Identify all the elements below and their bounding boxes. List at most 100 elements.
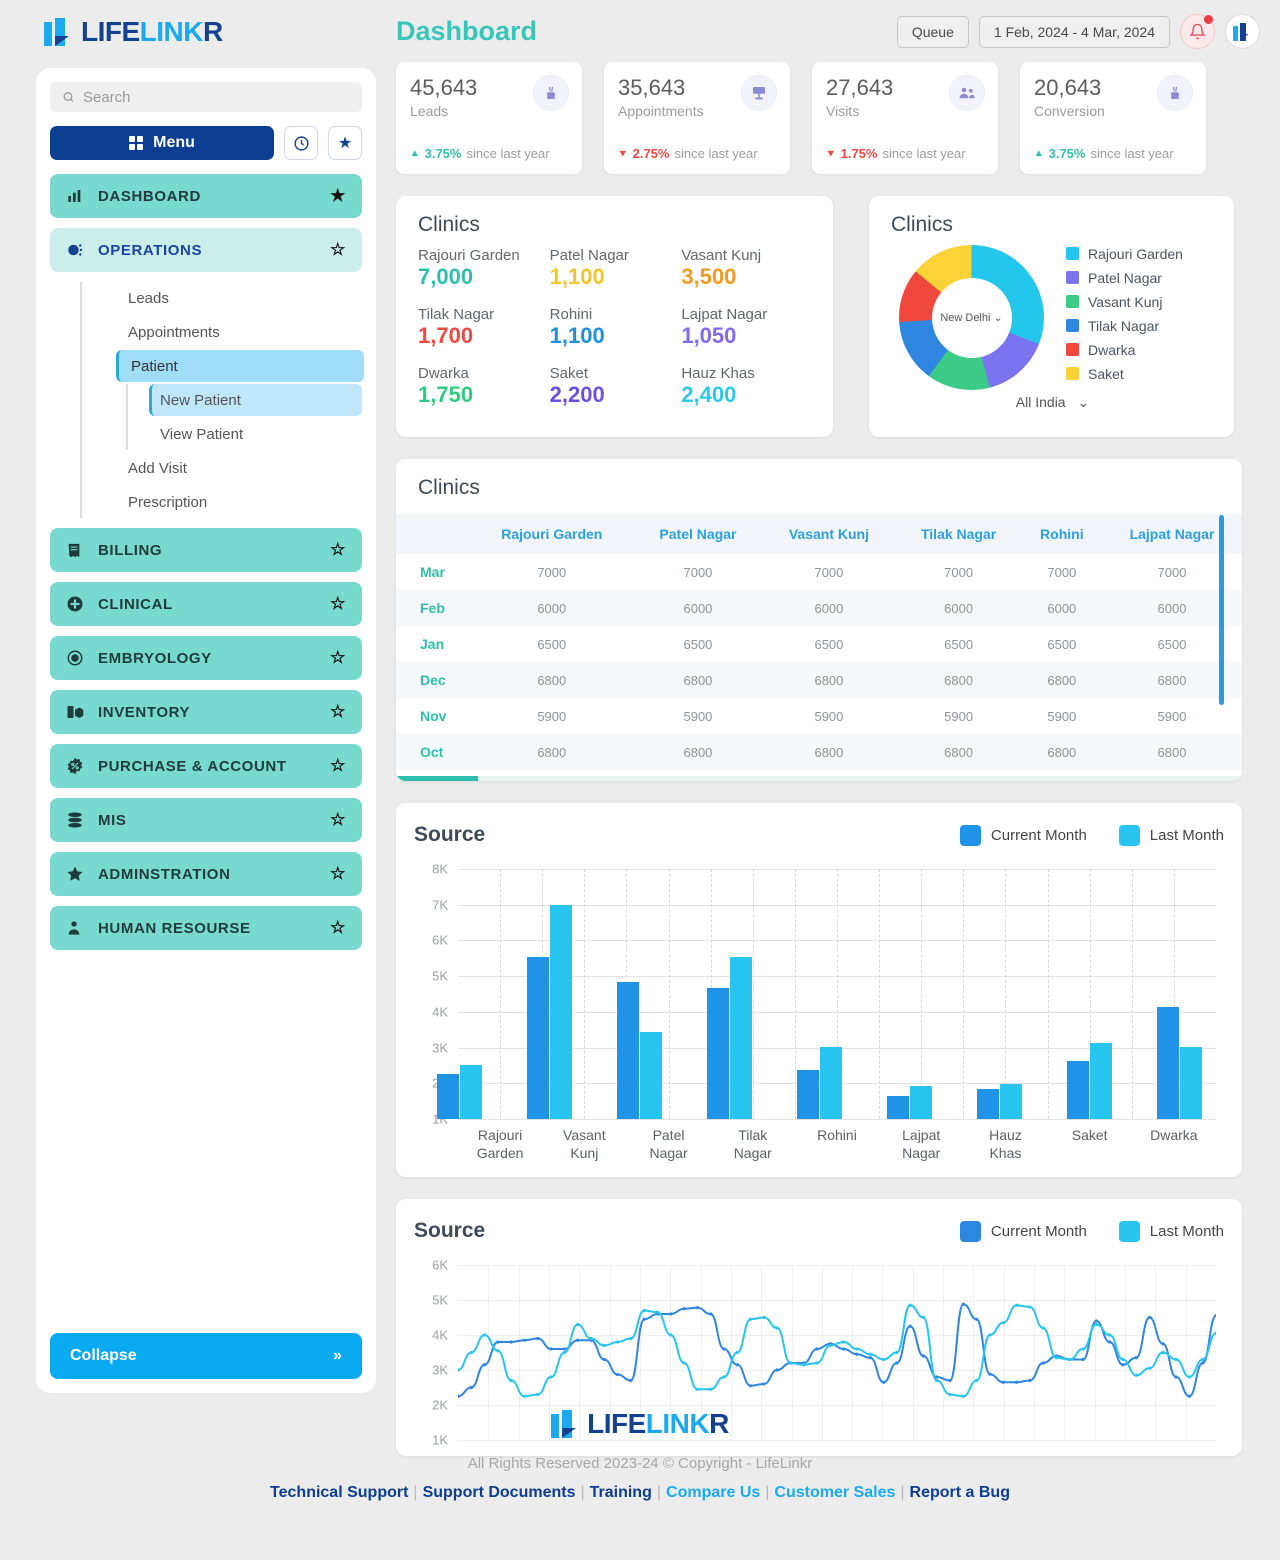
star-filled-icon[interactable]: ★ [330, 186, 346, 206]
data-point[interactable] [562, 1347, 566, 1351]
data-point[interactable] [988, 1333, 992, 1337]
data-point[interactable] [908, 1324, 912, 1328]
sidebar-item-embryology[interactable]: EMBRYOLOGY ☆ [50, 636, 362, 680]
data-point[interactable] [988, 1372, 992, 1376]
bar[interactable] [706, 987, 729, 1119]
sidebar-item-purchase-account[interactable]: PURCHASE & ACCOUNT ☆ [50, 744, 362, 788]
scrollbar-thumb[interactable] [396, 776, 478, 781]
sidebar-item-billing[interactable]: BILLING ☆ [50, 528, 362, 572]
table-vertical-scrollbar[interactable] [1219, 515, 1224, 705]
data-point[interactable] [469, 1385, 473, 1390]
data-point[interactable] [522, 1394, 527, 1398]
bar[interactable] [886, 1096, 909, 1119]
data-point[interactable] [1014, 1380, 1019, 1384]
data-point[interactable] [1147, 1366, 1152, 1370]
donut-legend-item[interactable]: Patel Nagar [1066, 270, 1183, 286]
collapse-sidebar-button[interactable]: Collapse » [50, 1333, 362, 1379]
data-point[interactable] [1174, 1357, 1178, 1362]
data-point[interactable] [1161, 1342, 1165, 1346]
data-point[interactable] [855, 1352, 859, 1356]
line-series[interactable] [458, 1304, 1216, 1396]
data-point[interactable] [815, 1347, 819, 1351]
bar[interactable] [526, 956, 549, 1119]
data-point[interactable] [589, 1336, 593, 1341]
data-point[interactable] [695, 1387, 699, 1391]
star-outline-icon[interactable]: ☆ [330, 240, 346, 260]
bar[interactable] [976, 1089, 999, 1119]
sidebar-item-dashboard[interactable]: DASHBOARD ★ [50, 174, 362, 218]
data-point[interactable] [509, 1340, 513, 1344]
data-point[interactable] [1094, 1319, 1098, 1323]
data-point[interactable] [775, 1326, 779, 1330]
data-point[interactable] [921, 1354, 926, 1358]
data-point[interactable] [762, 1315, 766, 1320]
data-point[interactable] [1187, 1394, 1191, 1398]
data-point[interactable] [682, 1307, 686, 1311]
data-point[interactable] [1014, 1303, 1019, 1307]
data-point[interactable] [1108, 1340, 1112, 1344]
legend-item-current-month[interactable]: Current Month [959, 1220, 1087, 1242]
data-point[interactable] [576, 1338, 580, 1342]
legend-item-last-month[interactable]: Last Month [1118, 824, 1224, 846]
sidebar-item-operations[interactable]: OPERATIONS ☆ [50, 228, 362, 272]
table-horizontal-scrollbar[interactable] [396, 776, 1242, 781]
data-point[interactable] [961, 1394, 965, 1398]
data-point[interactable] [1041, 1326, 1045, 1330]
data-point[interactable] [1187, 1375, 1191, 1379]
data-point[interactable] [483, 1363, 487, 1367]
bar[interactable] [729, 956, 752, 1119]
donut-legend-item[interactable]: Rajouri Garden [1066, 246, 1183, 262]
bar[interactable] [549, 904, 572, 1119]
data-point[interactable] [895, 1361, 899, 1365]
data-point[interactable] [788, 1361, 793, 1365]
data-point[interactable] [1174, 1375, 1178, 1379]
bar[interactable] [639, 1031, 662, 1119]
star-outline-icon[interactable]: ☆ [330, 864, 346, 884]
sidebar-subitem-view-patient[interactable]: View Patient [152, 418, 362, 450]
data-point[interactable] [629, 1336, 633, 1341]
bar[interactable] [459, 1065, 482, 1119]
data-point[interactable] [562, 1350, 566, 1355]
data-point[interactable] [1068, 1357, 1072, 1362]
data-point[interactable] [1001, 1380, 1005, 1384]
kpi-card-appointments[interactable]: 35,643 Appointments ⯆ 2.75% since last y… [604, 62, 790, 174]
kpi-card-conversion[interactable]: 20,643 Conversion ⯅ 3.75% since last yea… [1020, 62, 1206, 174]
bar[interactable] [909, 1085, 932, 1119]
donut-center-selector[interactable]: New Delhi ⌄ [931, 277, 1012, 358]
data-point[interactable] [1081, 1357, 1085, 1362]
data-point[interactable] [735, 1363, 739, 1367]
data-point[interactable] [921, 1315, 926, 1320]
data-point[interactable] [536, 1392, 540, 1397]
data-point[interactable] [1054, 1356, 1059, 1360]
footer-link[interactable]: Customer Sales [774, 1484, 895, 1501]
bar[interactable] [1156, 1006, 1179, 1119]
sidebar-item-human-resourse[interactable]: HUMAN RESOURSE ☆ [50, 906, 362, 950]
search-box[interactable] [50, 82, 362, 112]
data-point[interactable] [709, 1387, 713, 1391]
sidebar-subitem-add-visit[interactable]: Add Visit [124, 452, 362, 484]
data-point[interactable] [602, 1343, 606, 1348]
data-point[interactable] [948, 1392, 952, 1397]
data-point[interactable] [602, 1357, 606, 1362]
data-point[interactable] [669, 1312, 673, 1316]
donut-legend-item[interactable]: Dwarka [1066, 342, 1183, 358]
notification-bell-button[interactable] [1180, 14, 1215, 49]
data-point[interactable] [642, 1317, 646, 1321]
footer-link[interactable]: Compare Us [666, 1484, 760, 1501]
star-outline-icon[interactable]: ☆ [330, 810, 346, 830]
data-point[interactable] [802, 1363, 806, 1367]
data-point[interactable] [642, 1308, 646, 1313]
legend-item-current-month[interactable]: Current Month [959, 824, 1087, 846]
sidebar-item-mis[interactable]: MIS ☆ [50, 798, 362, 842]
data-point[interactable] [1028, 1305, 1032, 1309]
bar[interactable] [1179, 1046, 1202, 1119]
data-point[interactable] [682, 1361, 686, 1365]
data-point[interactable] [549, 1347, 553, 1351]
data-point[interactable] [496, 1340, 500, 1344]
menu-button[interactable]: Menu [50, 126, 274, 160]
data-point[interactable] [975, 1317, 979, 1321]
donut-legend-item[interactable]: Tilak Nagar [1066, 318, 1183, 334]
sidebar-subitem-prescription[interactable]: Prescription [124, 486, 362, 518]
data-point[interactable] [722, 1347, 726, 1351]
kpi-card-visits[interactable]: 27,643 Visits ⯆ 1.75% since last year [812, 62, 998, 174]
